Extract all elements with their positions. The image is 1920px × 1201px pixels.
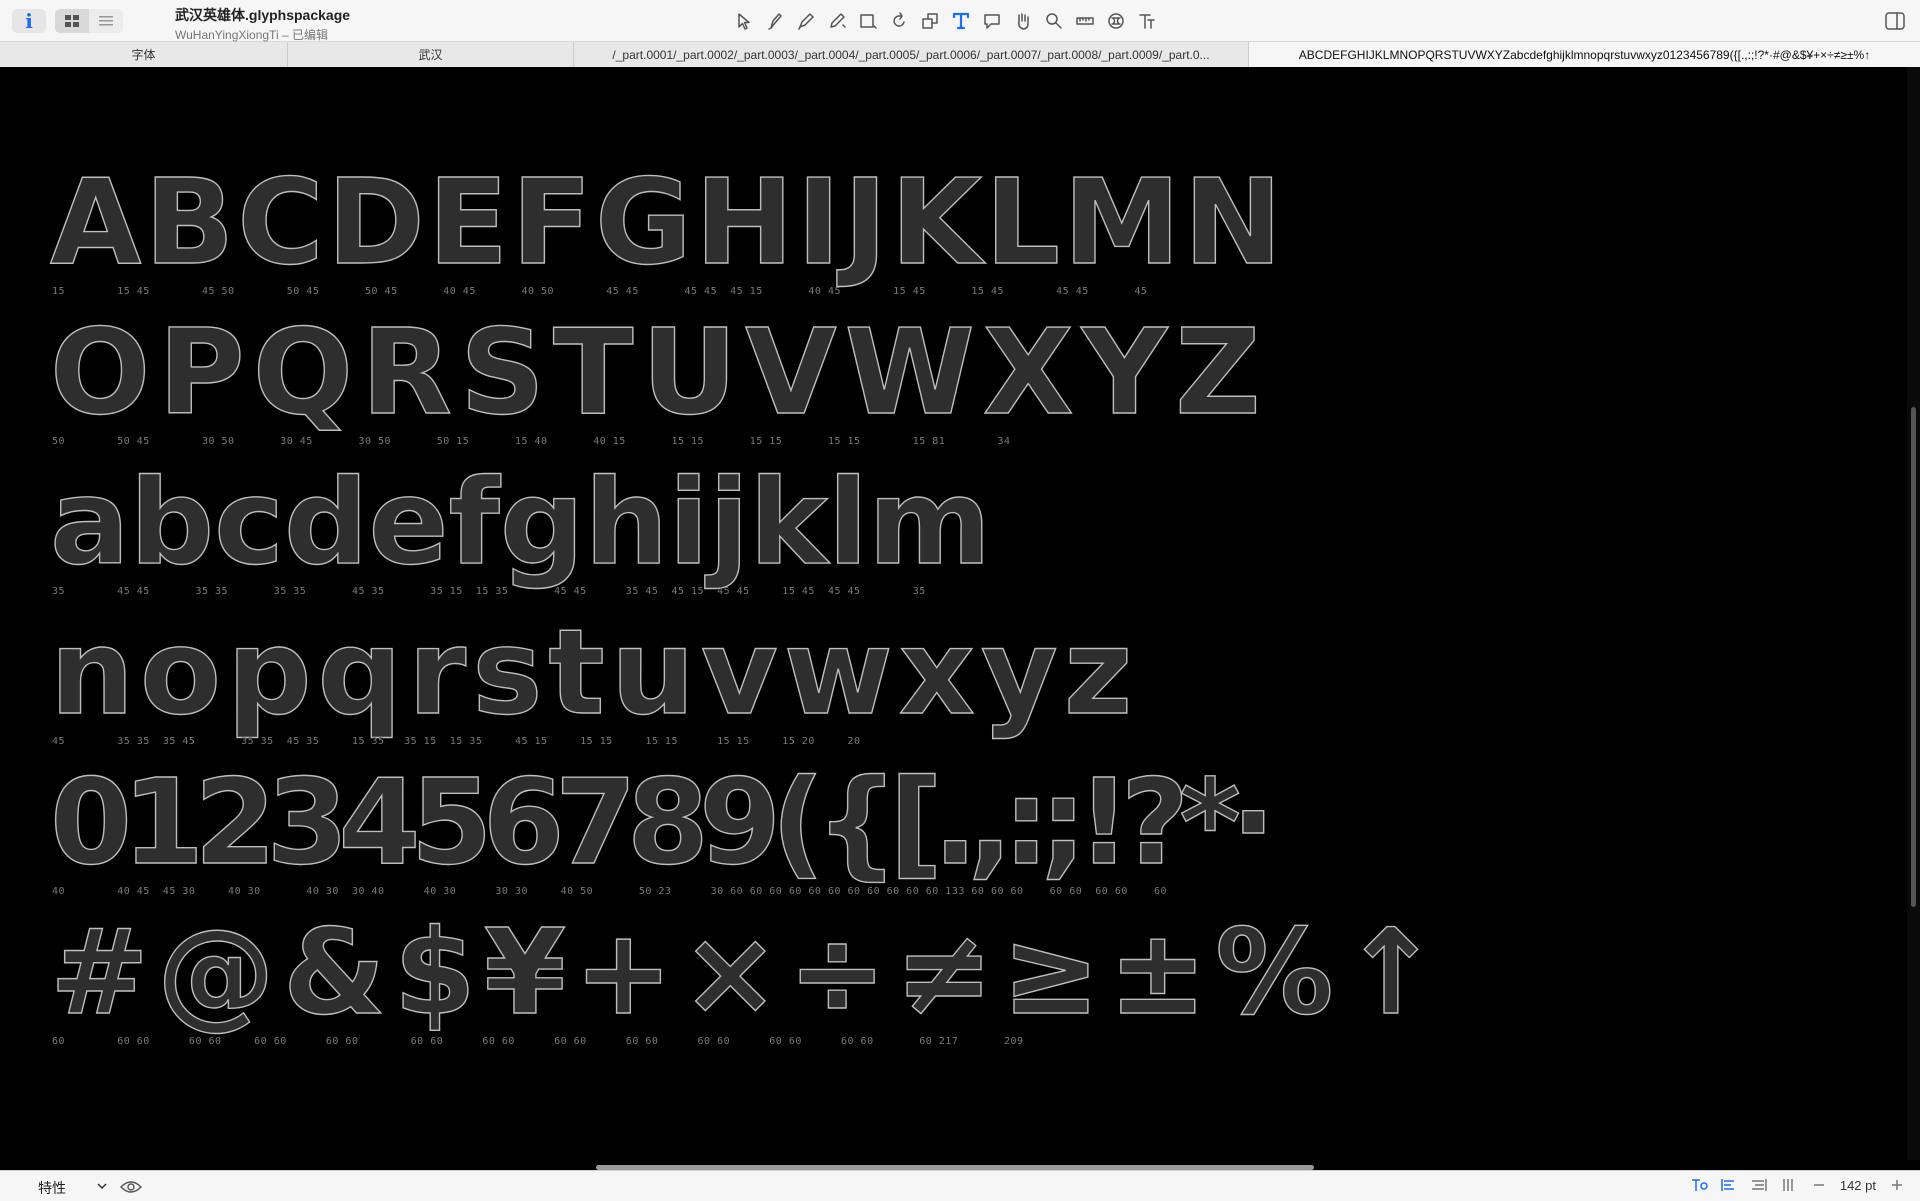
- glyph-text: abcdefghijklm: [49, 452, 992, 591]
- glyph-line-lowercase-2[interactable]: nopqrstuvwxyz: [49, 602, 1139, 741]
- tab-parts[interactable]: /_part.0001/_part.0002/_part.0003/_part.…: [574, 42, 1249, 67]
- sidebearing-metrics: 45 35 35 35 45 35 35 45 35 15 35 35 15 1…: [52, 736, 861, 747]
- align-left-icon: [1721, 1179, 1734, 1191]
- zoom-tool-icon: [1046, 13, 1062, 29]
- tab-specimen[interactable]: ABCDEFGHIJKLMNOPQRSTUVWXYZabcdefghijklmn…: [1249, 42, 1920, 67]
- view-mode-segmented-control[interactable]: [55, 9, 123, 33]
- zoom-in-button[interactable]: [1888, 1177, 1906, 1193]
- pencil-tool[interactable]: [823, 8, 851, 34]
- zoom-out-button[interactable]: [1810, 1177, 1828, 1193]
- measure-tool[interactable]: [1071, 8, 1099, 34]
- glyph-line-uppercase-1[interactable]: ABCDEFGHIJKLMN: [49, 152, 1286, 291]
- glyph-line-lowercase-1[interactable]: abcdefghijklm: [49, 452, 992, 591]
- rotate-tool-icon: [893, 12, 905, 27]
- select-tool[interactable]: [730, 8, 758, 34]
- status-bar: 特性 142 pt: [0, 1170, 1920, 1201]
- text-options-icon: [1691, 1179, 1708, 1191]
- tab-label: ABCDEFGHIJKLMNOPQRSTUVWXYZabcdefghijklmn…: [1298, 47, 1871, 62]
- glyph-text: 0123456789({[.,:;!?*·: [49, 752, 1276, 891]
- tab-label: 字体: [131, 48, 156, 62]
- text-tool[interactable]: [947, 8, 975, 34]
- scale-tool-icon: [922, 13, 938, 29]
- status-controls: 142 pt: [1690, 1177, 1906, 1193]
- grid-view-button[interactable]: [55, 9, 89, 33]
- plus-icon: [1892, 1180, 1902, 1190]
- primitives-tool-icon: [860, 14, 877, 29]
- draw-tool[interactable]: [761, 8, 789, 34]
- sidebearing-metrics: 40 40 45 45 30 40 30 40 30 30 40 40 30 3…: [52, 886, 1168, 897]
- vertical-scrollbar[interactable]: [1907, 67, 1920, 1160]
- sidebar-toggle-icon[interactable]: [1884, 10, 1906, 32]
- sidebearing-metrics: 50 50 45 30 50 30 45 30 50 50 15 15 40 4…: [52, 436, 1011, 447]
- glyph-text: OPQRSTUVWXYZ: [49, 302, 1269, 441]
- glyph-info-tool-icon: [1139, 14, 1155, 29]
- components-tool-icon: [1108, 13, 1124, 29]
- glyph-line-symbols[interactable]: #@&$¥+×÷≠≥±%↑: [49, 902, 1449, 1041]
- toolbar: i 武汉英雄体.glyphspackage WuHanYingXiongTi –…: [0, 0, 1920, 42]
- pencil-tool-icon: [830, 13, 846, 28]
- align-right-button[interactable]: [1750, 1177, 1768, 1193]
- glyph-text: #@&$¥+×÷≠≥±%↑: [49, 902, 1449, 1041]
- glyph-line-uppercase-2[interactable]: OPQRSTUVWXYZ: [49, 302, 1269, 441]
- document-name: 武汉英雄体.glyphspackage: [175, 7, 351, 23]
- sidebearing-metrics: 60 60 60 60 60 60 60 60 60 60 60 60 60 6…: [52, 1036, 1024, 1047]
- sidebearing-metrics: 35 45 45 35 35 35 35 45 35 35 15 15 35 4…: [52, 586, 926, 597]
- glyph-text: ABCDEFGHIJKLMN: [49, 152, 1286, 291]
- glyph-text: nopqrstuvwxyz: [49, 602, 1139, 741]
- draw-tool-icon: [768, 13, 782, 30]
- components-tool[interactable]: [1102, 8, 1130, 34]
- primitives-tool[interactable]: [854, 8, 882, 34]
- rotate-tool[interactable]: [885, 8, 913, 34]
- tool-palette: [730, 8, 1161, 34]
- annotation-tool-icon: [984, 14, 1000, 29]
- tab-label: /_part.0001/_part.0002/_part.0003/_part.…: [612, 47, 1210, 62]
- text-tool-icon: [952, 12, 970, 30]
- minus-icon: [1813, 1184, 1824, 1186]
- align-left-button[interactable]: [1720, 1177, 1738, 1193]
- grid-view-icon: [65, 15, 79, 27]
- preview-eye-icon[interactable]: [120, 1179, 142, 1195]
- edit-canvas[interactable]: ABCDEFGHIJKLMN 15 15 45 45 50 50 45 50 4…: [0, 67, 1907, 1160]
- select-tool-icon: [738, 13, 750, 30]
- window-title: 武汉英雄体.glyphspackage WuHanYingXiongTi – 已…: [175, 5, 350, 43]
- text-options-button[interactable]: [1690, 1177, 1708, 1193]
- align-right-icon: [1751, 1179, 1767, 1191]
- properties-popup[interactable]: 特性: [38, 1178, 66, 1198]
- hand-tool-icon: [1018, 13, 1029, 30]
- tab-wuhan[interactable]: 武汉: [288, 42, 574, 67]
- scale-tool[interactable]: [916, 8, 944, 34]
- annotation-tool[interactable]: [978, 8, 1006, 34]
- pen-tool-icon: [798, 13, 814, 30]
- vertical-scroll-thumb[interactable]: [1911, 407, 1916, 907]
- list-view-button[interactable]: [89, 9, 123, 33]
- tab-label: 武汉: [418, 48, 443, 62]
- tab-font[interactable]: 字体: [0, 42, 288, 67]
- tab-bar: 字体 武汉 /_part.0001/_part.0002/_part.0003/…: [0, 42, 1920, 68]
- glyph-line-figures[interactable]: 0123456789({[.,:;!?*·: [49, 752, 1276, 891]
- glyph-info-tool[interactable]: [1133, 8, 1161, 34]
- chevron-down-icon[interactable]: [96, 1180, 108, 1192]
- pen-tool[interactable]: [792, 8, 820, 34]
- zoom-tool[interactable]: [1040, 8, 1068, 34]
- sidebearing-metrics: 15 15 45 45 50 50 45 50 45 40 45 40 50 4…: [52, 286, 1148, 297]
- vertical-layout-icon: [1783, 1179, 1793, 1191]
- document-subtitle: WuHanYingXiongTi – 已编辑: [175, 28, 328, 42]
- measure-tool-icon: [1076, 17, 1094, 25]
- zoom-level[interactable]: 142 pt: [1840, 1178, 1876, 1193]
- vertical-layout-button[interactable]: [1780, 1177, 1798, 1193]
- info-button[interactable]: i: [12, 9, 46, 33]
- list-view-icon: [99, 16, 113, 26]
- info-icon: i: [25, 9, 33, 33]
- hand-tool[interactable]: [1009, 8, 1037, 34]
